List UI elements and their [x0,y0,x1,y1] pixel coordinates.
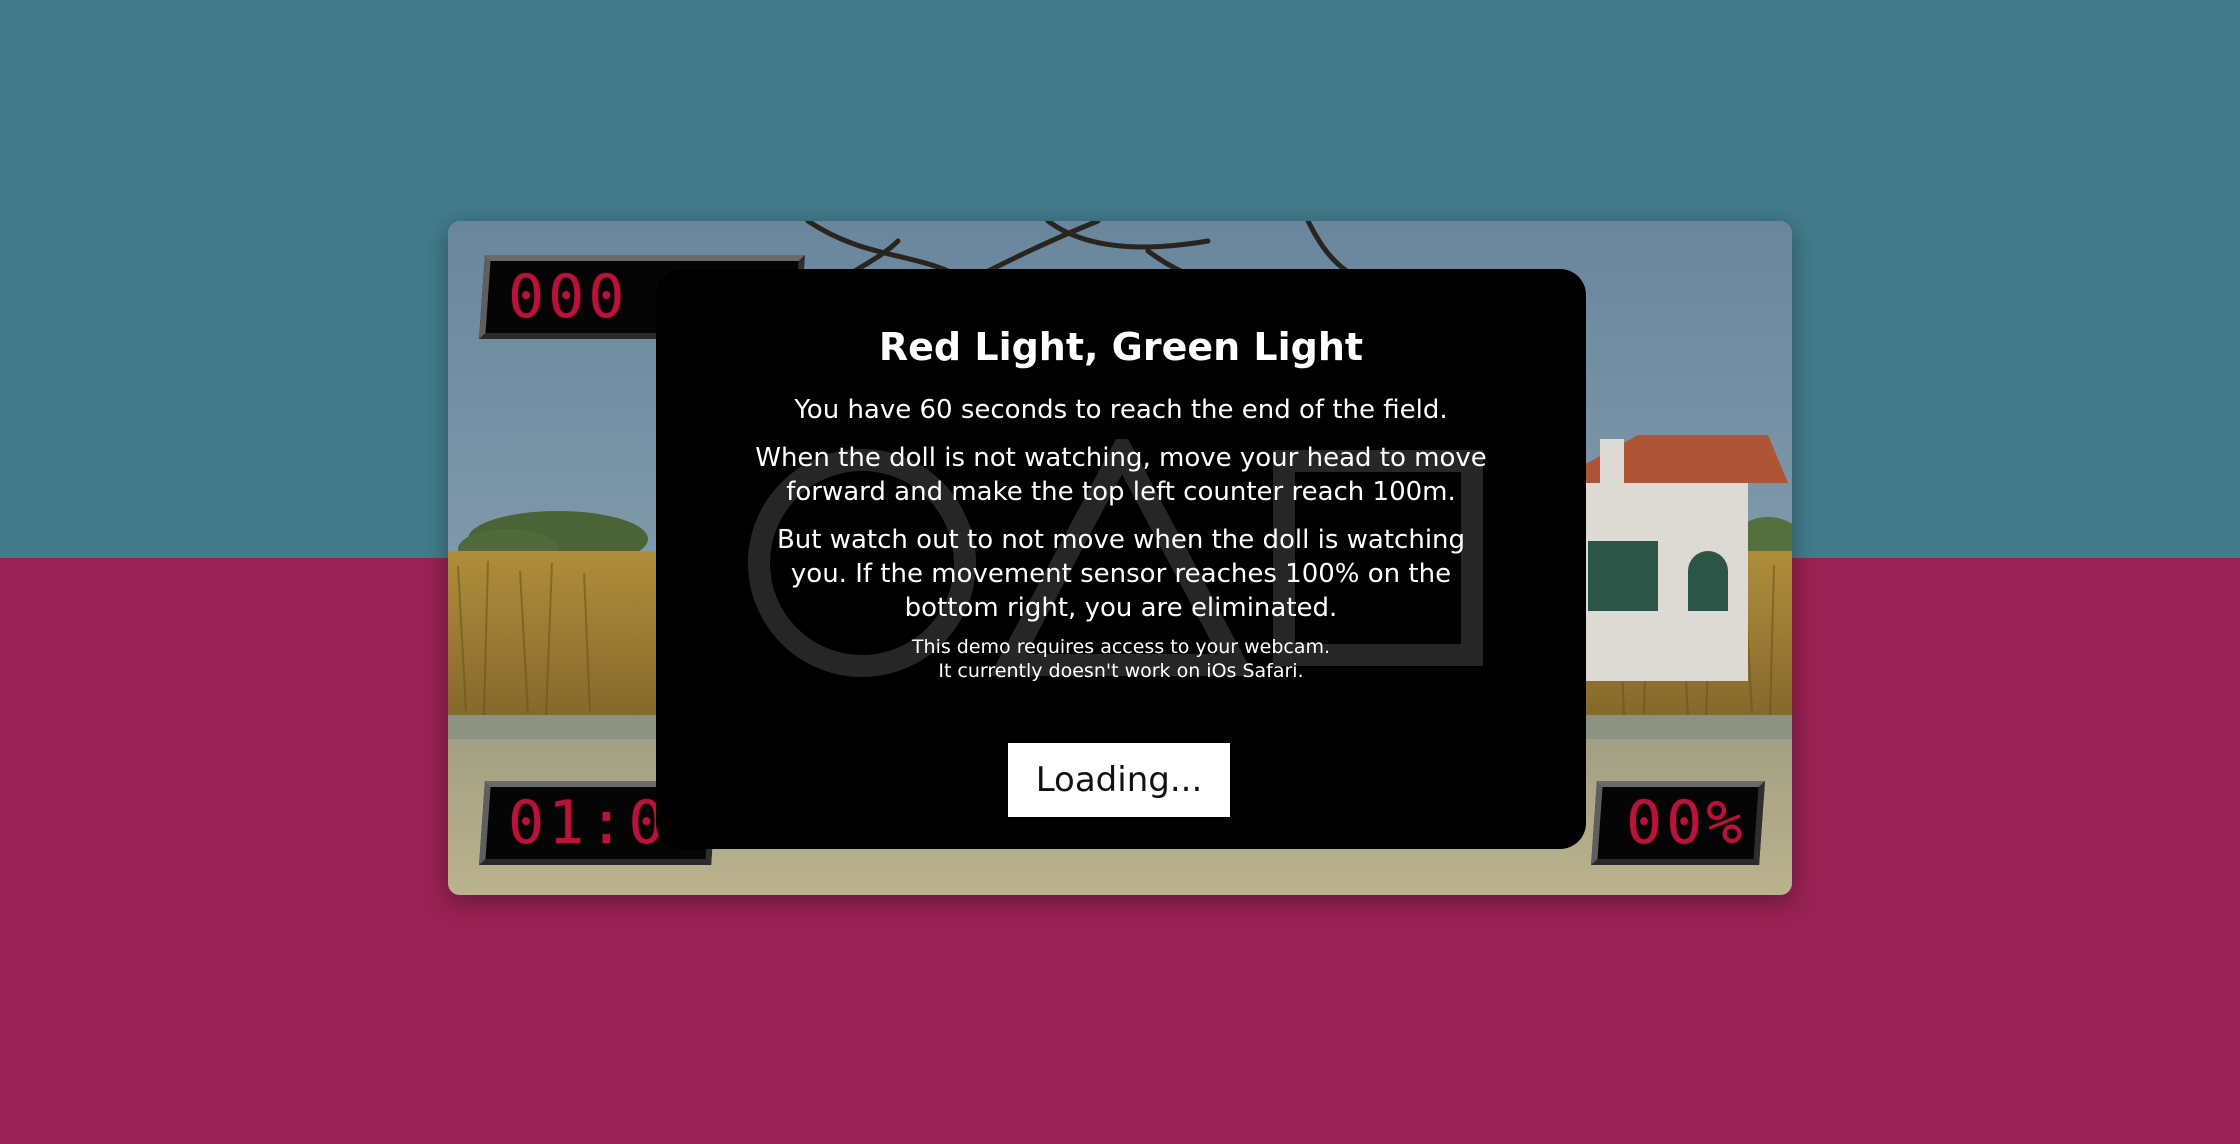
modal-content: Red Light, Green Light You have 60 secon… [656,269,1586,683]
loading-button[interactable]: Loading... [1008,743,1230,817]
webcam-note-line-2: It currently doesn't work on iOs Safari. [938,660,1304,682]
instructions-modal: Red Light, Green Light You have 60 secon… [656,269,1586,849]
instruction-move: When the doll is not watching, move your… [755,443,1487,507]
instruction-time: You have 60 seconds to reach the end of … [794,395,1448,425]
movement-sensor-value: 00% [1626,788,1747,858]
modal-title: Red Light, Green Light [878,325,1364,369]
instruction-warning: But watch out to not move when the doll … [776,525,1466,623]
movement-sensor-counter: 00% [1591,781,1765,865]
webcam-note-line-1: This demo requires access to your webcam… [911,636,1331,658]
webcam-note: This demo requires access to your webcam… [746,635,1496,683]
